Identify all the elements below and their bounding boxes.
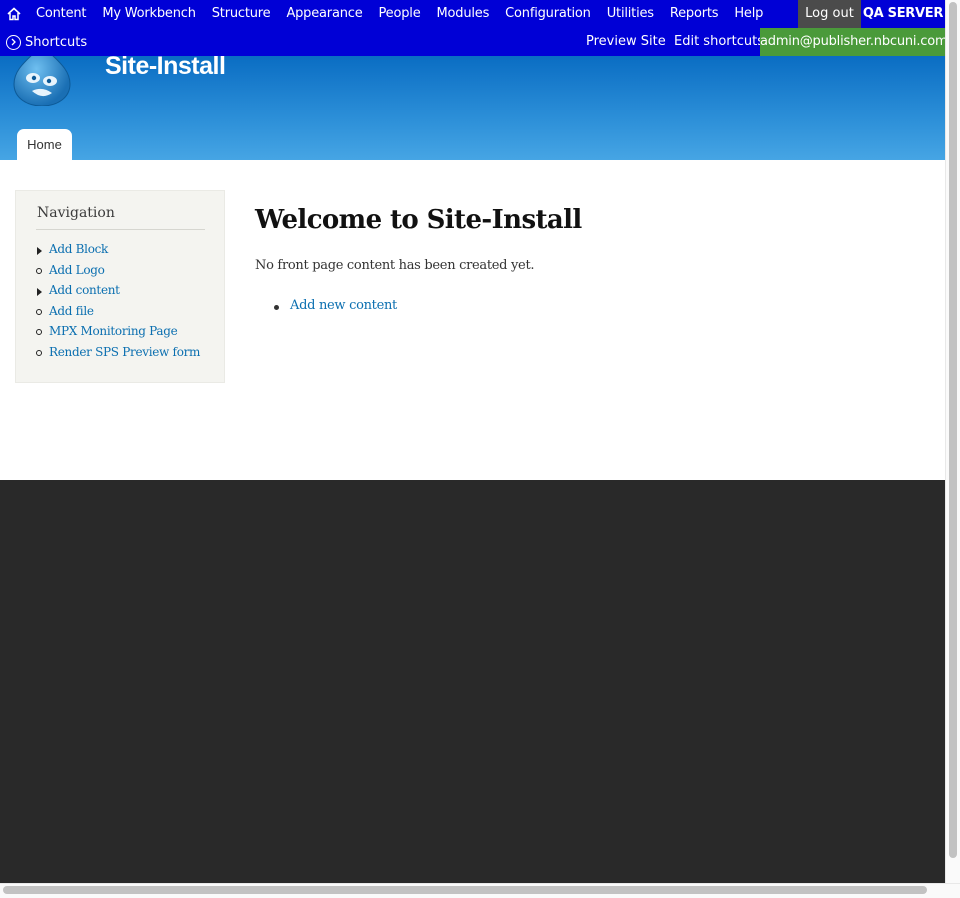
- toolbar-item-modules[interactable]: Modules: [429, 0, 498, 28]
- home-icon[interactable]: [4, 4, 24, 24]
- nav-item-render-sps-preview[interactable]: Render SPS Preview form: [36, 345, 200, 366]
- horizontal-scrollbar-thumb[interactable]: [3, 886, 927, 894]
- shortcuts-toggle[interactable]: Shortcuts: [6, 28, 87, 56]
- action-links: Add new content: [274, 298, 397, 313]
- nav-item-add-logo[interactable]: Add Logo: [36, 263, 200, 284]
- nav-item-label: Add file: [49, 303, 94, 318]
- nav-item-label: MPX Monitoring Page: [49, 324, 178, 338]
- toolbar-item-appearance[interactable]: Appearance: [278, 0, 370, 28]
- page-footer: [0, 480, 945, 883]
- user-account-link[interactable]: admin@publisher.nbcuni.com: [760, 28, 948, 56]
- nav-item-label: Add Block: [49, 242, 109, 256]
- site-name[interactable]: Site-Install: [105, 52, 226, 81]
- logout-button[interactable]: Log out: [798, 0, 861, 28]
- toolbar-item-people[interactable]: People: [371, 0, 429, 28]
- navigation-divider: [36, 229, 205, 230]
- nav-item-label: Render SPS Preview form: [49, 344, 201, 359]
- triangle-bullet-icon: [37, 247, 42, 255]
- drupal-drop-icon[interactable]: [12, 56, 72, 106]
- toolbar-item-utilities[interactable]: Utilities: [599, 0, 662, 28]
- site-header: Site-Install Home: [0, 52, 945, 160]
- toolbar-item-my-workbench[interactable]: My Workbench: [94, 0, 203, 28]
- toolbar-item-content[interactable]: Content: [28, 0, 94, 28]
- circle-bullet-icon: [36, 349, 42, 356]
- nav-item-add-content[interactable]: Add content: [36, 283, 200, 304]
- tab-home[interactable]: Home: [17, 129, 72, 160]
- toolbar-item-configuration[interactable]: Configuration: [497, 0, 599, 28]
- intro-text: No front page content has been created y…: [255, 258, 535, 273]
- link-label: Add new content: [290, 298, 397, 313]
- preview-site-link[interactable]: Preview Site: [578, 28, 674, 56]
- nav-item-add-file[interactable]: Add file: [36, 304, 200, 325]
- toolbar-item-reports[interactable]: Reports: [662, 0, 726, 28]
- circle-bullet-icon: [36, 329, 42, 335]
- vertical-scrollbar-thumb[interactable]: [949, 2, 957, 858]
- server-label: QA SERVER: [862, 6, 944, 21]
- toolbar-menu-row: Content My Workbench Structure Appearanc…: [0, 0, 945, 28]
- toolbar-item-help[interactable]: Help: [726, 0, 771, 28]
- circle-bullet-icon: [36, 267, 42, 274]
- chevron-right-circle-icon: [6, 34, 21, 50]
- nav-item-label: Add Logo: [49, 262, 105, 277]
- toolbar-item-structure[interactable]: Structure: [204, 0, 279, 28]
- page-title: Welcome to Site-Install: [255, 205, 582, 235]
- navigation-block: Navigation Add Block Add Logo Add conten…: [15, 190, 225, 383]
- navigation-list: Add Block Add Logo Add content Add file …: [36, 242, 200, 365]
- shortcuts-label: Shortcuts: [25, 34, 88, 50]
- nav-item-label: Add content: [49, 283, 120, 297]
- disc-bullet-icon: [274, 305, 279, 310]
- circle-bullet-icon: [36, 308, 42, 315]
- add-new-content-link[interactable]: Add new content: [274, 298, 397, 313]
- admin-toolbar: Content My Workbench Structure Appearanc…: [0, 0, 948, 56]
- edit-shortcuts-link[interactable]: Edit shortcuts: [666, 28, 772, 56]
- toolbar-menu: Content My Workbench Structure Appearanc…: [28, 0, 771, 28]
- triangle-bullet-icon: [37, 288, 42, 296]
- navigation-title: Navigation: [37, 205, 115, 221]
- nav-item-add-block[interactable]: Add Block: [36, 242, 200, 263]
- nav-item-mpx-monitoring[interactable]: MPX Monitoring Page: [36, 324, 200, 345]
